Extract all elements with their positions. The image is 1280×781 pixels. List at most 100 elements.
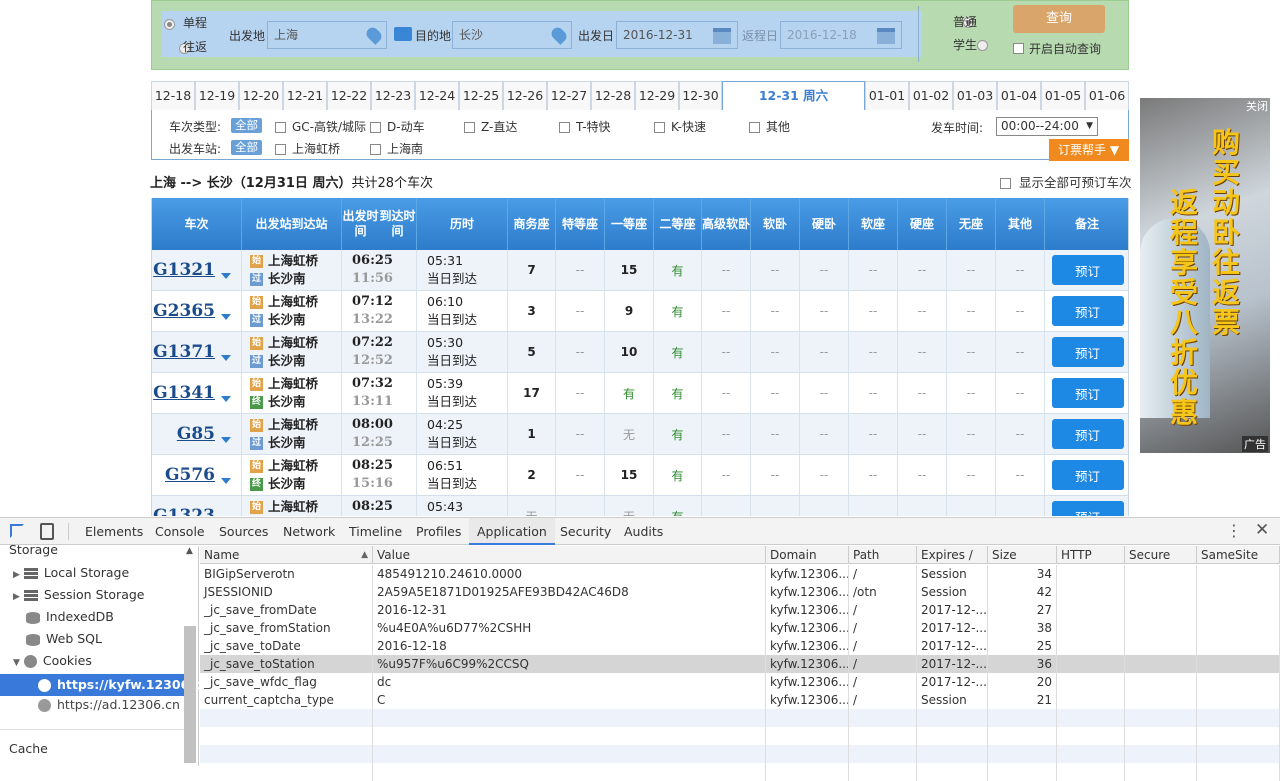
type-filter-option[interactable]: T-特快 (559, 118, 611, 135)
cookie-column-header[interactable]: Size (988, 546, 1057, 564)
cookie-row[interactable]: _jc_save_toDate 2016-12-18 kyfw.12306.... /… (200, 637, 1280, 655)
date-tab[interactable]: 12-20 (239, 81, 283, 110)
filter-checkbox[interactable] (275, 144, 286, 155)
to-field[interactable]: 长沙 (452, 21, 572, 49)
cookie-column-header[interactable]: HTTP (1057, 546, 1125, 564)
devtools-tab-timeline[interactable]: Timeline (341, 518, 410, 545)
book-button[interactable]: 预订 (1051, 337, 1124, 367)
cookie-column-header[interactable]: Value (373, 546, 766, 564)
cookie-column-header[interactable]: Name ▲ (200, 546, 373, 564)
filter-checkbox[interactable] (370, 144, 381, 155)
date-tab[interactable]: 12-28 (591, 81, 635, 110)
date-tab[interactable]: 12-23 (371, 81, 415, 110)
book-button[interactable]: 预订 (1051, 378, 1124, 408)
device-toggle-icon[interactable] (40, 523, 54, 540)
expand-stops-icon[interactable] (221, 437, 231, 443)
type-filter-option[interactable]: GC-高铁/城际 (275, 118, 366, 135)
cookie-column-header[interactable]: SameSite (1197, 546, 1280, 564)
time-select[interactable]: 00:00--24:00 (996, 117, 1098, 136)
train-number-link[interactable]: G1323 (153, 506, 215, 516)
devtools-tab-application[interactable]: Application (469, 518, 555, 545)
type-all-button[interactable]: 全部 (231, 118, 262, 133)
train-number-link[interactable]: G1341 (153, 383, 215, 403)
sidebar-item-session-storage[interactable]: ▶ Session Storage (13, 587, 144, 602)
date-tab[interactable]: 12-24 (415, 81, 459, 110)
date-tab[interactable]: 12-29 (635, 81, 679, 110)
type-filter-option[interactable]: K-快速 (654, 118, 706, 135)
devtools-tab-profiles[interactable]: Profiles (408, 518, 469, 545)
devtools-tab-network[interactable]: Network (275, 518, 343, 545)
book-button[interactable]: 预订 (1051, 296, 1124, 326)
swap-icon[interactable] (394, 27, 412, 41)
ad-close-button[interactable]: 关闭 (1246, 98, 1268, 114)
date-tab[interactable]: 01-02 (909, 81, 953, 110)
sidebar-item-cookie-ad[interactable]: https://ad.12306.cn (38, 697, 180, 712)
train-number-link[interactable]: G2365 (153, 301, 215, 321)
date-tab[interactable]: 01-04 (997, 81, 1041, 110)
auto-query-checkbox[interactable] (1013, 43, 1024, 54)
ad-banner[interactable]: 购买动卧往返票 返程享受八折优惠 关闭 广告 (1140, 98, 1270, 453)
sidebar-item-websql[interactable]: Web SQL (26, 631, 102, 646)
book-button[interactable]: 预订 (1051, 255, 1124, 285)
station-all-button[interactable]: 全部 (231, 140, 262, 155)
train-number-link[interactable]: G1321 (153, 260, 215, 280)
date-tab[interactable]: 12-31 周六 (722, 81, 865, 112)
train-number-link[interactable]: G576 (165, 465, 215, 485)
date-tab[interactable]: 01-05 (1041, 81, 1085, 110)
filter-checkbox[interactable] (275, 122, 286, 133)
devtools-tab-console[interactable]: Console (147, 518, 213, 545)
devtools-tab-sources[interactable]: Sources (211, 518, 276, 545)
cookie-row[interactable]: current_captcha_type Ckyfw.12306.... / Sess… (200, 691, 1280, 709)
filter-checkbox[interactable] (559, 122, 570, 133)
date-tab[interactable]: 12-22 (327, 81, 371, 110)
type-filter-option[interactable]: Z-直达 (464, 118, 517, 135)
close-icon[interactable]: ✕ (1255, 520, 1269, 540)
book-button[interactable]: 预订 (1051, 419, 1124, 449)
cookie-row[interactable]: _jc_save_fromStation %u4E0A%u6D77%2CSHH ky… (200, 619, 1280, 637)
devtools-tab-audits[interactable]: Audits (616, 518, 671, 545)
filter-checkbox[interactable] (464, 122, 475, 133)
devtools-tab-security[interactable]: Security (552, 518, 619, 545)
date-tab[interactable]: 01-01 (865, 81, 909, 110)
cookie-column-header[interactable]: Expires / ... (917, 546, 988, 580)
sidebar-scrollbar[interactable] (184, 626, 196, 763)
type-filter-option[interactable]: 其他 (749, 118, 790, 135)
book-button[interactable]: 预订 (1051, 460, 1124, 490)
type-filter-option[interactable]: D-动车 (370, 118, 425, 135)
cookie-row[interactable]: BIGipServerotn 485491210.24610.0000 kyfw.1… (200, 565, 1280, 583)
devtools-tab-elements[interactable]: Elements (77, 518, 151, 545)
filter-checkbox[interactable] (654, 122, 665, 133)
train-number-link[interactable]: G1371 (153, 342, 215, 362)
column-header[interactable]: 出发时间 到达时间 (342, 198, 417, 250)
expand-stops-icon[interactable] (221, 396, 231, 402)
date-field[interactable]: 2016-12-31 (616, 21, 738, 49)
inspect-icon[interactable] (10, 524, 24, 538)
sidebar-item-local-storage[interactable]: ▶ Local Storage (13, 565, 129, 580)
date-tab[interactable]: 12-19 (195, 81, 239, 110)
date-tab[interactable]: 01-06 (1085, 81, 1129, 110)
expand-stops-icon[interactable] (221, 355, 231, 361)
date-tab[interactable]: 12-18 (151, 81, 195, 110)
station-filter-option[interactable]: 上海虹桥 (275, 140, 340, 157)
column-header[interactable]: 历时 (417, 198, 508, 250)
cookie-column-header[interactable]: Domain (766, 546, 849, 564)
show-all-toggle[interactable]: 显示全部可预订车次 (1000, 172, 1132, 191)
expand-stops-icon[interactable] (221, 478, 231, 484)
scroll-up-icon[interactable]: ▲ (186, 546, 193, 556)
cookie-column-header[interactable]: Path (849, 546, 917, 564)
date-tab[interactable]: 12-26 (503, 81, 547, 110)
from-field[interactable]: 上海 (267, 21, 387, 49)
booking-helper-button[interactable]: 订票帮手 ▼ (1049, 139, 1129, 161)
query-button[interactable]: 查询 (1013, 5, 1105, 33)
show-all-checkbox[interactable] (1000, 178, 1011, 189)
filter-checkbox[interactable] (749, 122, 760, 133)
cookie-row[interactable]: JSESSIONID 2A59A5E1871D01925AFE93BD42AC46… (200, 583, 1280, 601)
return-date-field[interactable]: 2016-12-18 (780, 21, 902, 49)
date-tab[interactable]: 12-21 (283, 81, 327, 110)
more-options-icon[interactable]: ⋮ (1226, 521, 1242, 540)
cookie-row[interactable]: _jc_save_toStation %u957F%u6C99%2CCSQ kyfw… (200, 655, 1280, 673)
expand-stops-icon[interactable] (221, 273, 231, 279)
train-number-link[interactable]: G85 (177, 424, 215, 444)
oneway-radio[interactable] (164, 19, 175, 30)
cookie-row[interactable]: _jc_save_fromDate 2016-12-31 kyfw.12306...… (200, 601, 1280, 619)
